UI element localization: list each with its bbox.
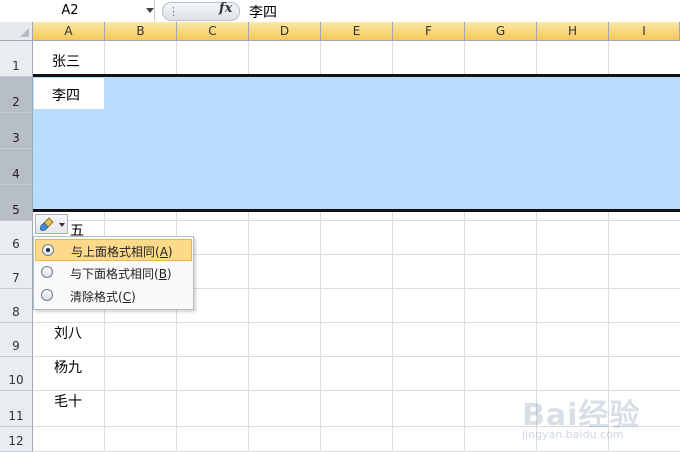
cell-A11[interactable]: 毛十 bbox=[54, 391, 82, 411]
select-all-icon bbox=[20, 28, 29, 37]
column-header-f[interactable]: F bbox=[393, 22, 465, 41]
menu-item-label: 与上面格式相同(A) bbox=[71, 245, 173, 259]
formula-input[interactable]: 李四 bbox=[240, 0, 680, 21]
insert-options-menu: 与上面格式相同(A) 与下面格式相同(B) 清除格式(C) bbox=[33, 236, 194, 310]
gridline-horizontal bbox=[33, 322, 680, 323]
watermark-logo: Bai经验 jingyan.baidu.com bbox=[522, 388, 680, 452]
radio-selected-icon[interactable] bbox=[42, 244, 54, 256]
menu-item-same-as-above[interactable]: 与上面格式相同(A) bbox=[35, 239, 192, 261]
row-header-1[interactable]: 1 bbox=[0, 41, 33, 77]
column-header-g[interactable]: G bbox=[465, 22, 537, 41]
select-all-button[interactable] bbox=[0, 22, 33, 41]
gridline-horizontal bbox=[33, 220, 680, 221]
cell-A10[interactable]: 杨九 bbox=[54, 357, 82, 377]
gridline-horizontal bbox=[33, 356, 680, 357]
row-number: 1 bbox=[12, 59, 20, 73]
menu-item-clear-formatting[interactable]: 清除格式(C) bbox=[35, 285, 192, 307]
cell-A9[interactable]: 刘八 bbox=[54, 323, 82, 343]
formula-bar: A2 ⋮ fx 李四 bbox=[0, 0, 680, 23]
row-header-11[interactable]: 11 bbox=[0, 391, 33, 427]
row-header-6[interactable]: 6 bbox=[0, 221, 33, 255]
row-number: 3 bbox=[12, 131, 20, 145]
row-number: 11 bbox=[8, 409, 24, 423]
radio-icon[interactable] bbox=[41, 289, 53, 301]
row-header-8[interactable]: 8 bbox=[0, 289, 33, 323]
worksheet-grid[interactable]: ABCDEFGHI 1 2 3 4 5 6 7 8 9 10 11 12 张三 李四 五 刘八 杨九 … bbox=[0, 22, 680, 452]
row-header-4[interactable]: 4 bbox=[0, 149, 33, 185]
menu-item-label: 与下面格式相同(B) bbox=[70, 267, 172, 281]
name-box[interactable]: A2 bbox=[0, 0, 155, 21]
menu-item-label: 清除格式(C) bbox=[70, 290, 136, 304]
formula-value[interactable]: 李四 bbox=[249, 2, 277, 22]
column-header-c[interactable]: C bbox=[177, 22, 249, 41]
row-number: 12 bbox=[8, 434, 24, 448]
row-number: 5 bbox=[12, 203, 20, 217]
insert-options-button[interactable] bbox=[35, 214, 68, 234]
row-number: 8 bbox=[12, 305, 20, 319]
column-header-h[interactable]: H bbox=[537, 22, 609, 41]
column-header-b[interactable]: B bbox=[105, 22, 177, 41]
radio-icon[interactable] bbox=[41, 266, 53, 278]
selection-border-top bbox=[33, 74, 680, 77]
insert-function-icon[interactable]: fx bbox=[219, 1, 232, 16]
row-number: 7 bbox=[12, 271, 20, 285]
name-box-dropdown-icon[interactable] bbox=[146, 8, 154, 13]
row-number: 6 bbox=[12, 237, 20, 251]
column-header-d[interactable]: D bbox=[249, 22, 321, 41]
menu-item-same-as-below[interactable]: 与下面格式相同(B) bbox=[35, 262, 192, 284]
row-header-3[interactable]: 3 bbox=[0, 113, 33, 149]
row-header-7[interactable]: 7 bbox=[0, 255, 33, 289]
cell-A2[interactable]: 李四 bbox=[52, 85, 80, 105]
paintbrush-icon bbox=[40, 217, 54, 231]
column-header-e[interactable]: E bbox=[321, 22, 393, 41]
selection-border-bottom bbox=[33, 209, 680, 212]
name-box-value[interactable]: A2 bbox=[0, 3, 140, 18]
row-number: 2 bbox=[12, 95, 20, 109]
dots-icon: ⋮ bbox=[168, 5, 179, 18]
selected-range[interactable] bbox=[33, 77, 680, 210]
column-header-i[interactable]: I bbox=[609, 22, 680, 41]
row-header-2[interactable]: 2 bbox=[0, 77, 33, 113]
row-number: 10 bbox=[8, 373, 24, 387]
row-header-12[interactable]: 12 bbox=[0, 427, 33, 452]
row-number: 9 bbox=[12, 339, 20, 353]
row-header-9[interactable]: 9 bbox=[0, 323, 33, 357]
row-number: 4 bbox=[12, 167, 20, 181]
cell-A1[interactable]: 张三 bbox=[52, 51, 80, 71]
row-header-5[interactable]: 5 bbox=[0, 185, 33, 221]
watermark-url: jingyan.baidu.com bbox=[522, 428, 624, 441]
column-header-a[interactable]: A bbox=[33, 22, 105, 41]
row-header-10[interactable]: 10 bbox=[0, 357, 33, 391]
chevron-down-icon bbox=[59, 223, 65, 227]
